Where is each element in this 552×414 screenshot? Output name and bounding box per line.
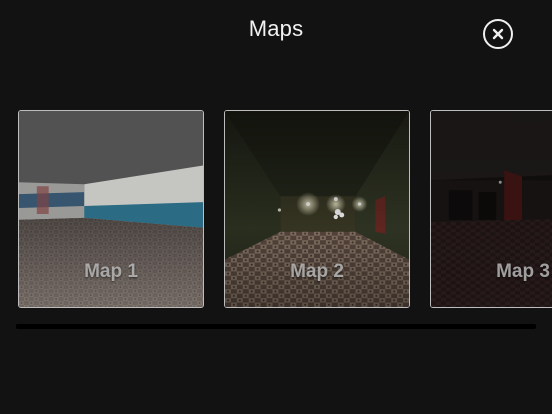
map-card-2[interactable]: Map 2: [224, 110, 410, 308]
map-label: Map 3: [496, 261, 550, 282]
map-card-3[interactable]: Map 3: [430, 110, 552, 308]
map-card-1[interactable]: Map 1: [18, 110, 204, 308]
scrollbar-thumb[interactable]: [16, 324, 436, 329]
maps-screen: Maps Map 1 Map 2 Map 3: [0, 0, 552, 414]
carousel-scrollbar[interactable]: [16, 324, 536, 329]
maps-carousel[interactable]: Map 1 Map 2 Map 3: [0, 0, 552, 414]
map-label: Map 2: [290, 261, 344, 282]
map-label: Map 1: [84, 261, 138, 282]
